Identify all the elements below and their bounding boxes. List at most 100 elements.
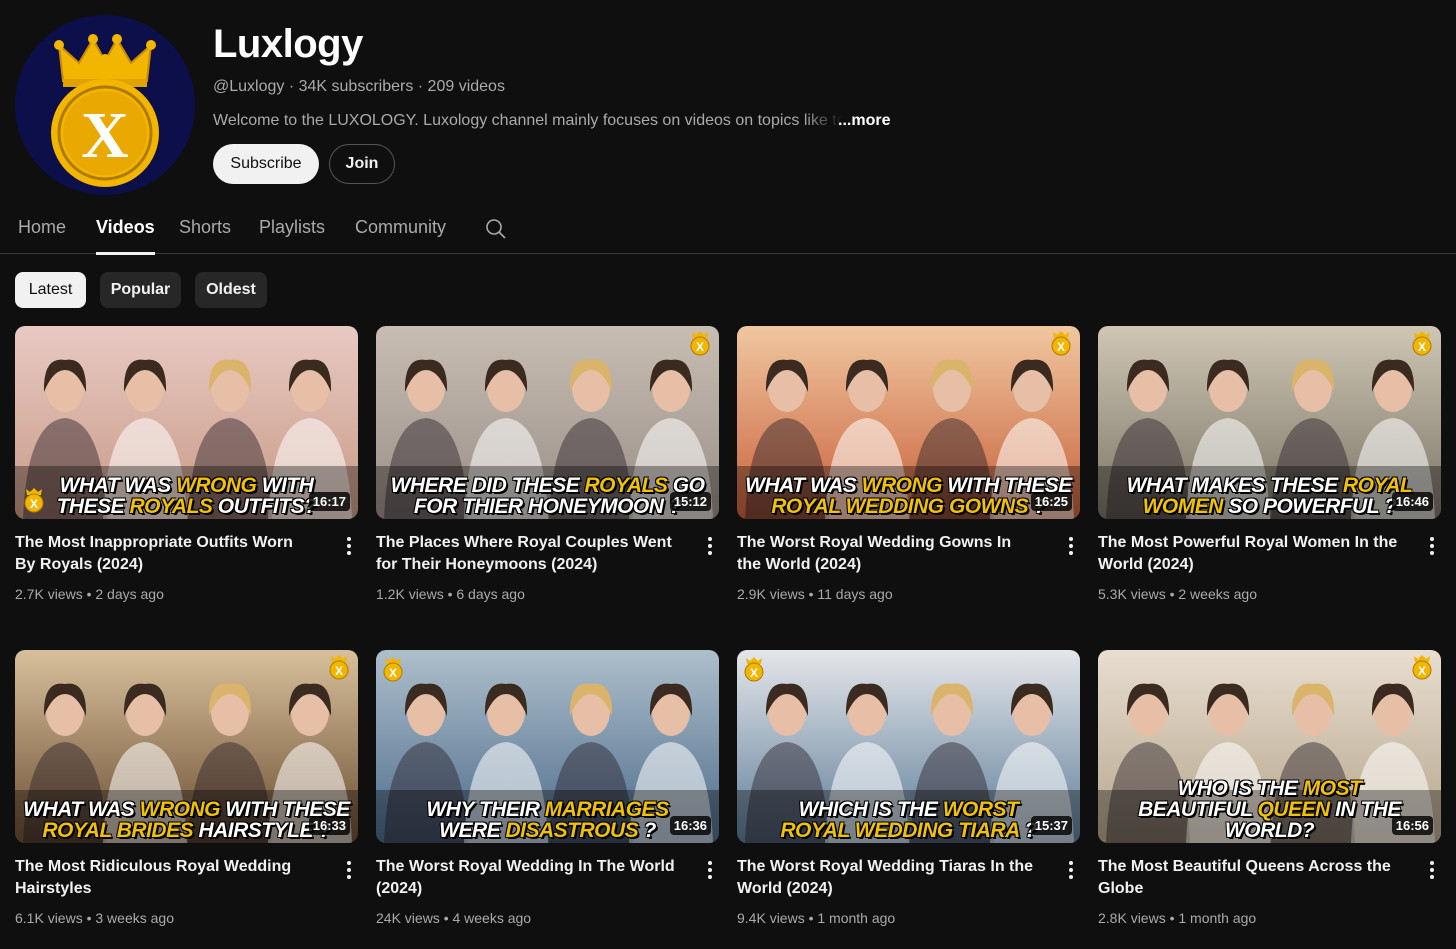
video-duration: 16:56 [1391, 816, 1433, 835]
video-card[interactable]: X WHY THEIR MARRIAGES WERE DISASTROUS ? … [376, 650, 719, 926]
caption-line-2: WOMEN SO POWERFUL ? [1142, 495, 1397, 518]
chip-oldest[interactable]: Oldest [195, 272, 267, 308]
video-duration: 16:36 [669, 816, 711, 835]
video-duration: 16:17 [308, 492, 350, 511]
caption-line-1: WHERE DID THESE ROYALS GO [390, 474, 705, 497]
video-card[interactable]: X WHAT MAKES THESE ROYAL WOMEN SO POWERF… [1098, 326, 1441, 602]
caption-line-2: BEAUTIFUL QUEEN IN THE WORLD? [1138, 798, 1401, 842]
channel-badge-icon: X [383, 657, 403, 682]
video-title[interactable]: The Worst Royal Wedding Gowns In the Wor… [737, 532, 1037, 576]
tab-videos[interactable]: Videos [96, 217, 155, 255]
channel-description-text: Welcome to the LUXOLOGY. Luxology channe… [213, 112, 843, 129]
more-vert-icon[interactable] [698, 858, 722, 882]
video-title[interactable]: The Most Inappropriate Outfits Worn By R… [15, 532, 315, 576]
caption-line-2: ROYAL WEDDING GOWNS ? [771, 495, 1046, 518]
caption-line-2: ROYAL WEDDING TIARA ? [780, 819, 1037, 842]
video-card[interactable]: X WHAT WAS WRONG WITH THESE ROYAL BRIDES… [15, 650, 358, 926]
video-thumbnail[interactable]: X WHICH IS THE WORST ROYAL WEDDING TIARA… [737, 650, 1080, 843]
video-meta: 24K views • 4 weeks ago [376, 910, 532, 926]
video-thumbnail[interactable]: X WHERE DID THESE ROYALS GO FOR THIER HO… [376, 326, 719, 519]
svg-text:X: X [750, 666, 758, 680]
video-title[interactable]: The Places Where Royal Couples Went for … [376, 532, 676, 576]
channel-badge-icon: X [1412, 655, 1432, 680]
thumbnail-caption: WHERE DID THESE ROYALS GO FOR THIER HONE… [376, 475, 719, 517]
svg-text:X: X [335, 664, 343, 678]
svg-text:X: X [81, 99, 129, 172]
video-card[interactable]: X WHERE DID THESE ROYALS GO FOR THIER HO… [376, 326, 719, 602]
channel-description[interactable]: Welcome to the LUXOLOGY. Luxology channe… [213, 112, 843, 130]
caption-line-2: ROYAL BRIDES HAIRSTYLE ? [42, 819, 331, 842]
video-duration: 16:33 [308, 816, 350, 835]
caption-line-1: WHAT WAS WRONG WITH THESE [23, 798, 350, 821]
video-duration: 15:37 [1030, 816, 1072, 835]
video-title[interactable]: The Most Ridiculous Royal Wedding Hairst… [15, 856, 315, 900]
video-title[interactable]: The Worst Royal Wedding Tiaras In the Wo… [737, 856, 1037, 900]
video-meta: 1.2K views • 6 days ago [376, 586, 525, 602]
more-vert-icon[interactable] [1420, 858, 1444, 882]
chip-latest[interactable]: Latest [15, 272, 86, 308]
tab-home[interactable]: Home [18, 217, 66, 238]
more-vert-icon[interactable] [1059, 858, 1083, 882]
video-meta: 2.8K views • 1 month ago [1098, 910, 1257, 926]
thumbnail-caption: WHY THEIR MARRIAGES WERE DISASTROUS ? [376, 799, 719, 841]
svg-text:X: X [1418, 664, 1426, 678]
join-button[interactable]: Join [329, 144, 395, 184]
video-title[interactable]: The Most Powerful Royal Women In the Wor… [1098, 532, 1398, 576]
channel-meta: @Luxlogy · 34K subscribers · 209 videos [213, 78, 505, 95]
caption-line-1: WHAT WAS WRONG WITH [59, 474, 314, 497]
video-thumbnail[interactable]: X WHAT WAS WRONG WITH THESE ROYALS OUTFI… [15, 326, 358, 519]
svg-text:X: X [696, 340, 704, 354]
video-card[interactable]: X WHAT WAS WRONG WITH THESE ROYAL WEDDIN… [737, 326, 1080, 602]
subscribe-button[interactable]: Subscribe [213, 144, 319, 184]
more-vert-icon[interactable] [337, 858, 361, 882]
svg-text:X: X [1057, 340, 1065, 354]
more-vert-icon[interactable] [337, 534, 361, 558]
thumbnail-caption: WHAT WAS WRONG WITH THESE ROYAL BRIDES H… [15, 799, 358, 841]
video-title[interactable]: The Worst Royal Wedding In The World (20… [376, 856, 676, 900]
luxlogy-logo-icon: X [15, 15, 195, 195]
thumbnail-caption: WHAT MAKES THESE ROYAL WOMEN SO POWERFUL… [1098, 475, 1441, 517]
description-fade [803, 112, 843, 130]
channel-badge-icon: X [1051, 331, 1071, 356]
caption-line-1: WHY THEIR MARRIAGES [426, 798, 669, 821]
thumbnail-caption: WHAT WAS WRONG WITH THESE ROYALS OUTFITS… [15, 475, 358, 517]
channel-name: Luxlogy [213, 22, 363, 66]
video-duration: 16:25 [1030, 492, 1072, 511]
more-vert-icon[interactable] [1420, 534, 1444, 558]
svg-text:X: X [389, 666, 397, 680]
channel-avatar[interactable]: X [15, 15, 195, 195]
description-more-link[interactable]: ...more [838, 112, 890, 130]
chip-popular[interactable]: Popular [100, 272, 181, 308]
video-meta: 2.9K views • 11 days ago [737, 586, 893, 602]
video-thumbnail[interactable]: X WHAT WAS WRONG WITH THESE ROYAL BRIDES… [15, 650, 358, 843]
caption-line-1: WHO IS THE MOST [1177, 777, 1362, 800]
tab-community[interactable]: Community [355, 217, 446, 238]
more-vert-icon[interactable] [698, 534, 722, 558]
tab-shorts[interactable]: Shorts [179, 217, 231, 238]
caption-line-1: WHICH IS THE WORST [798, 798, 1019, 821]
thumbnail-caption: WHICH IS THE WORST ROYAL WEDDING TIARA ? [737, 799, 1080, 841]
video-meta: 9.4K views • 1 month ago [737, 910, 896, 926]
video-meta: 2.7K views • 2 days ago [15, 586, 164, 602]
channel-badge-icon: X [329, 655, 349, 680]
tab-playlists[interactable]: Playlists [259, 217, 325, 238]
caption-line-2: WERE DISASTROUS ? [439, 819, 656, 842]
video-thumbnail[interactable]: X WHO IS THE MOST BEAUTIFUL QUEEN IN THE… [1098, 650, 1441, 843]
channel-badge-icon: X [1412, 331, 1432, 356]
channel-badge-icon: X [744, 657, 764, 682]
thumbnail-caption: WHAT WAS WRONG WITH THESE ROYAL WEDDING … [737, 475, 1080, 517]
svg-text:X: X [1418, 340, 1426, 354]
video-thumbnail[interactable]: X WHAT MAKES THESE ROYAL WOMEN SO POWERF… [1098, 326, 1441, 519]
caption-line-2: THESE ROYALS OUTFITS? [56, 495, 317, 518]
video-card[interactable]: X WHO IS THE MOST BEAUTIFUL QUEEN IN THE… [1098, 650, 1441, 926]
channel-badge-icon: X [690, 331, 710, 356]
search-icon[interactable] [484, 217, 508, 241]
channel-tabs: Home Videos Shorts Playlists Community [0, 205, 1456, 255]
video-thumbnail[interactable]: X WHAT WAS WRONG WITH THESE ROYAL WEDDIN… [737, 326, 1080, 519]
video-thumbnail[interactable]: X WHY THEIR MARRIAGES WERE DISASTROUS ? … [376, 650, 719, 843]
video-card[interactable]: X WHAT WAS WRONG WITH THESE ROYALS OUTFI… [15, 326, 358, 602]
caption-line-1: WHAT MAKES THESE ROYAL [1126, 474, 1413, 497]
more-vert-icon[interactable] [1059, 534, 1083, 558]
video-title[interactable]: The Most Beautiful Queens Across the Glo… [1098, 856, 1398, 900]
video-card[interactable]: X WHICH IS THE WORST ROYAL WEDDING TIARA… [737, 650, 1080, 926]
